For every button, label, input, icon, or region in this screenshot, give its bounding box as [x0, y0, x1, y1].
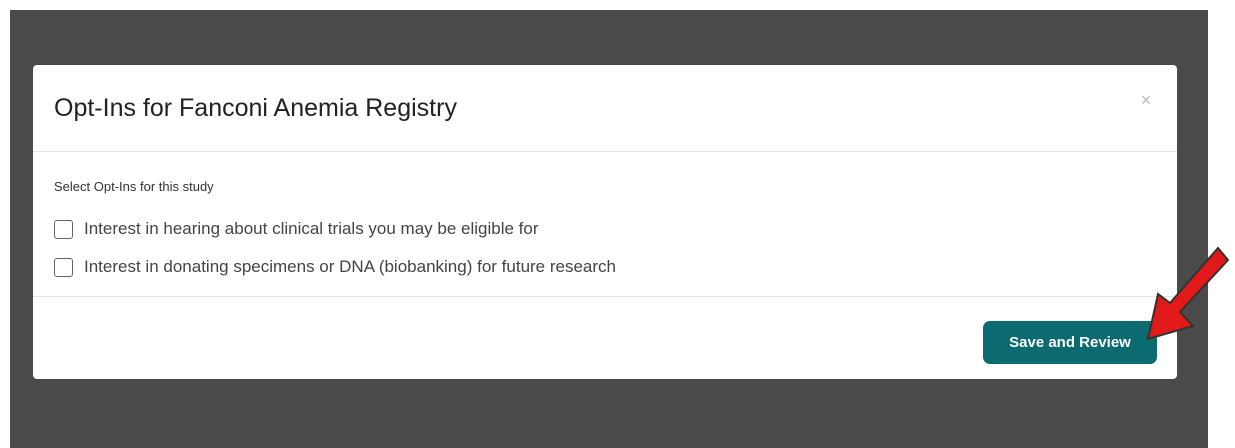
clinical-trials-label[interactable]: Interest in hearing about clinical trial…: [84, 218, 539, 240]
opt-in-clinical-trials[interactable]: Interest in hearing about clinical trial…: [54, 218, 539, 240]
biobanking-checkbox[interactable]: [54, 257, 73, 277]
clinical-trials-checkbox[interactable]: [54, 219, 73, 239]
opt-ins-modal: Opt-Ins for Fanconi Anemia Registry × Se…: [33, 65, 1177, 379]
save-and-review-button[interactable]: Save and Review: [983, 321, 1157, 364]
biobanking-label[interactable]: Interest in donating specimens or DNA (b…: [84, 256, 616, 278]
close-icon[interactable]: ×: [1137, 89, 1155, 111]
opt-in-biobanking[interactable]: Interest in donating specimens or DNA (b…: [54, 256, 616, 278]
modal-body: Select Opt-Ins for this study Interest i…: [33, 152, 1177, 297]
modal-header: Opt-Ins for Fanconi Anemia Registry ×: [33, 65, 1177, 152]
modal-title: Opt-Ins for Fanconi Anemia Registry: [54, 94, 457, 122]
red-arrow-icon: [1146, 246, 1230, 341]
section-label: Select Opt-Ins for this study: [54, 179, 214, 194]
